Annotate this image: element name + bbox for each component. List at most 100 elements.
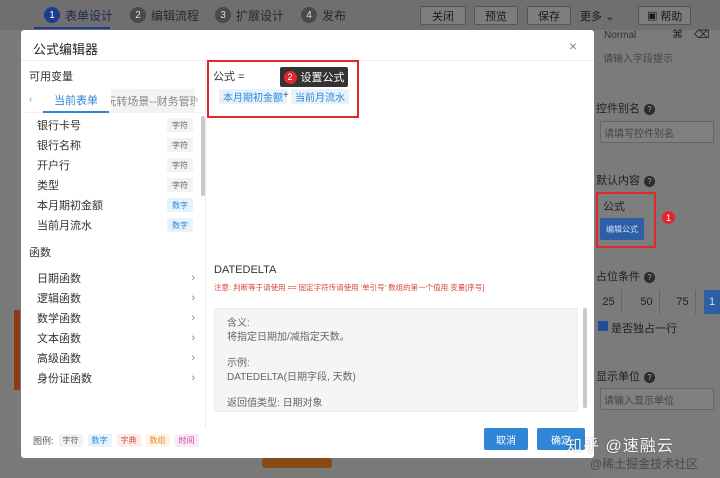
function-description: 含义: 将指定日期加/减指定天数。 示例: DATEDELTA(日期字段, 天数… (214, 308, 578, 412)
step-edit-flow[interactable]: 2 编辑流程 (130, 6, 199, 24)
meaning-label: 含义: (227, 318, 250, 329)
unit-input[interactable]: 请输入显示单位 (600, 388, 714, 410)
step-form-design[interactable]: 1 表单设计 (44, 6, 113, 24)
eraser-icon[interactable]: ⌫ (694, 28, 710, 41)
alias-label: 控件别名? (596, 100, 655, 116)
func-category-label: 文本函数 (37, 333, 81, 345)
chevron-left-icon[interactable]: ‹ (29, 94, 32, 105)
type-tag: 字符 (167, 178, 193, 192)
func-category-label: 数学函数 (37, 313, 81, 325)
width-option-100[interactable]: 1 (704, 290, 720, 314)
close-button[interactable]: 关闭 (420, 6, 466, 25)
step-badge: 1 (662, 211, 675, 224)
func-category-date[interactable]: 日期函数 › (37, 268, 195, 288)
step-label: 扩展设计 (236, 8, 285, 23)
unit-label: 显示单位? (596, 368, 655, 384)
func-category-advanced[interactable]: 高级函数 › (37, 348, 195, 368)
step-number: 2 (130, 7, 146, 23)
more-label: 更多 (580, 11, 602, 23)
variable-item[interactable]: 类型 字符 (37, 176, 193, 194)
step-publish[interactable]: 4 发布 (301, 6, 346, 24)
properties-panel (594, 30, 720, 478)
own-line-label: 是否独占一行 (611, 323, 677, 335)
return-value: 日期对象 (282, 398, 323, 409)
variable-name: 银行名称 (37, 140, 81, 152)
cancel-button[interactable]: 取消 (484, 428, 528, 450)
step-label: 表单设计 (65, 8, 114, 23)
legend-str: 字符 (58, 434, 83, 447)
chevron-right-icon: › (191, 292, 195, 304)
legend-dict: 字典 (116, 434, 141, 447)
func-category-label: 身份证函数 (37, 373, 92, 385)
formula-label: 公式 (603, 201, 625, 213)
variable-item[interactable]: 开户行 字符 (37, 156, 193, 174)
width-option-50[interactable]: 50 (634, 290, 660, 314)
type-tag: 字符 (167, 158, 193, 172)
variable-name: 本月期初金额 (37, 200, 103, 212)
variable-item[interactable]: 银行名称 字符 (37, 136, 193, 154)
own-line-checkbox[interactable] (598, 321, 608, 331)
width-option-25[interactable]: 25 (596, 290, 622, 314)
alias-input[interactable]: 请填写控件别名 (600, 121, 714, 143)
variables-scrollbar[interactable] (201, 116, 205, 196)
chevron-right-icon[interactable]: › (195, 94, 198, 105)
width-label-text: 占位条件 (596, 271, 640, 283)
dialog-title: 公式编辑器 (33, 42, 99, 57)
step-number: 4 (301, 7, 317, 23)
canvas-button (262, 458, 332, 468)
return-label: 返回值类型: (227, 398, 280, 409)
formula-editor-area[interactable] (213, 100, 588, 286)
help-icon[interactable]: ? (644, 104, 655, 115)
tab-finance-scene[interactable]: 玩转场景--财务管理 (111, 89, 195, 113)
chevron-right-icon: › (191, 272, 195, 284)
width-label: 占位条件? (596, 268, 655, 284)
formula-token[interactable]: 当前月流水 (291, 89, 349, 104)
funcs-label: 函数 (29, 247, 51, 259)
variable-name: 类型 (37, 180, 59, 192)
variable-item[interactable]: 银行卡号 字符 (37, 116, 193, 134)
variable-item[interactable]: 当前月流水 数字 (37, 216, 193, 234)
variable-item[interactable]: 本月期初金额 数字 (37, 196, 193, 214)
step-label: 编辑流程 (151, 8, 200, 23)
help-icon[interactable]: ? (644, 176, 655, 187)
help-icon[interactable]: ? (644, 372, 655, 383)
variable-name: 当前月流水 (37, 220, 92, 232)
field-hint-input[interactable]: 请输入字段提示 (600, 46, 714, 68)
close-icon[interactable]: × (569, 38, 577, 54)
help-icon: ▣ (647, 10, 658, 22)
func-category-text[interactable]: 文本函数 › (37, 328, 195, 348)
help-button[interactable]: ▣ 帮助 (638, 6, 692, 25)
more-menu[interactable]: 更多 ⌄ (580, 8, 614, 24)
legend-time: 时间 (174, 434, 199, 447)
func-category-logic[interactable]: 逻辑函数 › (37, 288, 195, 308)
formula-token[interactable]: 本月期初金额 (219, 89, 287, 104)
func-category-idcard[interactable]: 身份证函数 › (37, 368, 195, 388)
legend-label: 图例: (33, 436, 54, 446)
meaning-text: 将指定日期加/减指定天数。 (227, 332, 350, 343)
active-step-indicator (34, 27, 110, 29)
type-tag: 字符 (167, 118, 193, 132)
example-text: DATEDELTA(日期字段, 天数) (227, 372, 356, 383)
variable-name: 开户行 (37, 160, 70, 172)
formula-editor-dialog: 公式编辑器 × 可用变量 ‹ 当前表单 玩转场景--财务管理 › 银行卡号 字符… (21, 30, 594, 458)
preview-button[interactable]: 预览 (474, 6, 518, 25)
step-badge: 2 (283, 70, 297, 84)
func-category-label: 逻辑函数 (37, 293, 81, 305)
save-button[interactable]: 保存 (527, 6, 571, 25)
width-option-75[interactable]: 75 (670, 290, 696, 314)
chevron-right-icon: › (191, 332, 195, 344)
func-category-math[interactable]: 数学函数 › (37, 308, 195, 328)
formula-operator: + (283, 90, 289, 101)
alias-label-text: 控件别名 (596, 103, 640, 115)
step-extend-design[interactable]: 3 扩展设计 (215, 6, 284, 24)
help-icon[interactable]: ? (644, 272, 655, 283)
font-style-select[interactable]: Normal (604, 30, 636, 41)
link-icon[interactable]: ⌘ (672, 28, 683, 41)
chevron-right-icon: › (191, 372, 195, 384)
watermark: 知乎 @速融云 (566, 438, 674, 455)
tab-current-form[interactable]: 当前表单 (43, 89, 109, 113)
chevron-right-icon: › (191, 312, 195, 324)
legend-array: 数组 (145, 434, 170, 447)
edit-formula-button[interactable]: 编辑公式 (600, 218, 644, 240)
description-scrollbar[interactable] (583, 308, 587, 408)
